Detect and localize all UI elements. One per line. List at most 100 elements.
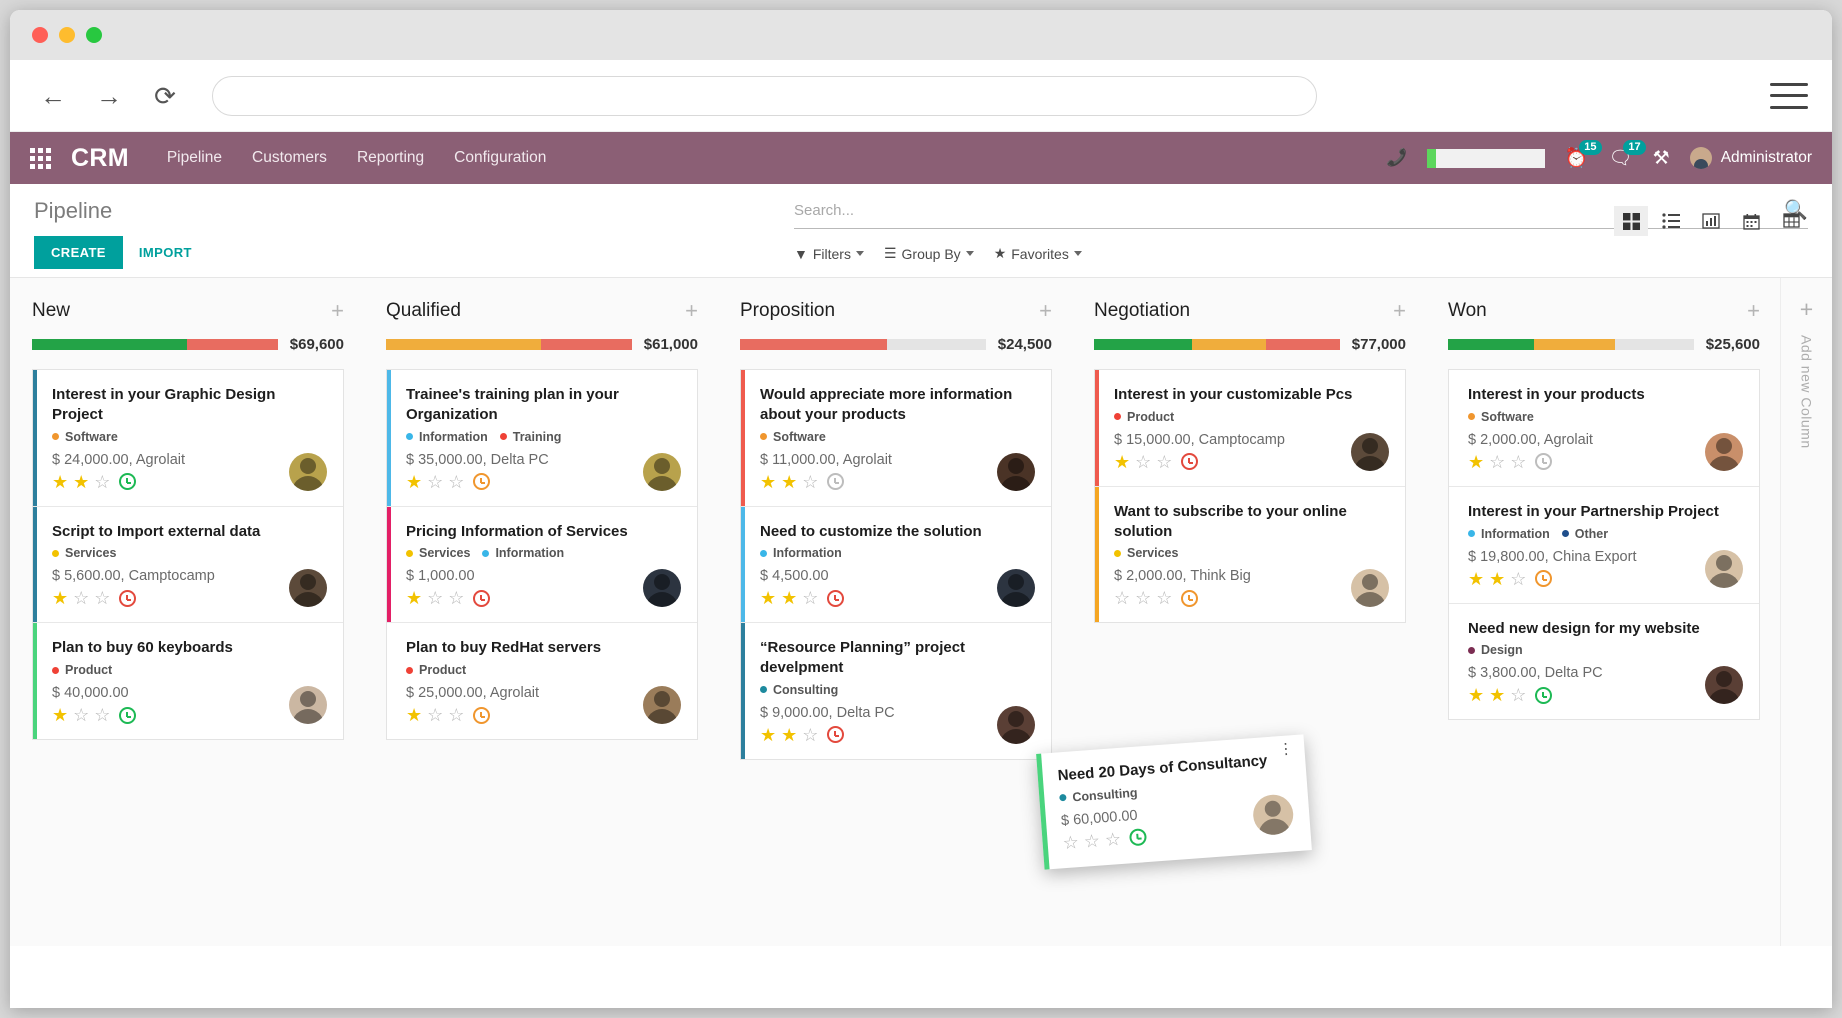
kanban-card[interactable]: Interest in your Graphic Design Project … <box>33 370 343 507</box>
reload-icon[interactable]: ⟳ <box>146 77 184 115</box>
activity-clock-icon[interactable] <box>1535 570 1553 588</box>
star-icon[interactable]: ☆ <box>73 706 89 724</box>
kanban-card[interactable]: Need to customize the solution Informati… <box>741 506 1051 624</box>
add-card-button[interactable]: + <box>331 300 344 322</box>
activity-clock-icon[interactable] <box>1181 589 1199 607</box>
star-icon[interactable]: ★ <box>406 473 422 491</box>
kanban-progress-bar[interactable] <box>1094 339 1340 350</box>
import-button[interactable]: IMPORT <box>139 245 192 260</box>
phone-icon[interactable]: 📞 <box>1386 148 1407 168</box>
star-icon[interactable]: ★ <box>1468 453 1484 471</box>
kanban-card[interactable]: Interest in your Partnership Project Inf… <box>1449 486 1759 604</box>
activity-clock-icon[interactable] <box>1181 453 1199 471</box>
star-icon[interactable]: ☆ <box>1104 829 1122 850</box>
star-icon[interactable]: ★ <box>760 473 776 491</box>
pivot-view-button[interactable] <box>1774 206 1808 236</box>
star-icon[interactable]: ★ <box>781 726 797 744</box>
card-rating[interactable]: ★ ★ ☆ <box>760 589 845 607</box>
kanban-card[interactable]: Interest in your customizable Pcs Produc… <box>1095 370 1405 487</box>
kanban-card[interactable]: Want to subscribe to your online solutio… <box>1095 486 1405 623</box>
add-card-button[interactable]: + <box>1747 300 1760 322</box>
calendar-view-button[interactable] <box>1734 206 1768 236</box>
kebab-menu-icon[interactable]: ⋮ <box>1278 740 1294 758</box>
star-icon[interactable]: ☆ <box>802 726 818 744</box>
star-icon[interactable]: ☆ <box>1510 570 1526 588</box>
messages-icon[interactable]: 🗨 17 <box>1609 139 1646 168</box>
activity-clock-icon[interactable] <box>827 589 845 607</box>
filters-dropdown[interactable]: ▼ Filters <box>794 246 864 262</box>
activity-clock-icon[interactable] <box>1129 828 1148 847</box>
dragged-kanban-card[interactable]: ⋮ Need 20 Days of Consultancy Consulting… <box>1036 734 1312 870</box>
user-menu[interactable]: Administrator <box>1689 147 1812 169</box>
add-card-button[interactable]: + <box>1039 300 1052 322</box>
kanban-card[interactable]: Trainee's training plan in your Organiza… <box>387 370 697 507</box>
star-icon[interactable]: ☆ <box>1083 830 1101 851</box>
star-icon[interactable]: ☆ <box>1114 589 1130 607</box>
kanban-progress-bar[interactable] <box>386 339 632 350</box>
card-rating[interactable]: ★ ☆ ☆ <box>406 589 491 607</box>
star-icon[interactable]: ★ <box>1114 453 1130 471</box>
list-view-button[interactable] <box>1654 206 1688 236</box>
app-brand-crm[interactable]: CRM <box>71 144 129 173</box>
star-icon[interactable]: ☆ <box>1510 453 1526 471</box>
star-icon[interactable]: ★ <box>760 726 776 744</box>
star-icon[interactable]: ☆ <box>1510 686 1526 704</box>
star-icon[interactable]: ☆ <box>1489 453 1505 471</box>
star-icon[interactable]: ★ <box>1468 570 1484 588</box>
star-icon[interactable]: ☆ <box>448 473 464 491</box>
close-window-button[interactable] <box>32 27 48 43</box>
star-icon[interactable]: ☆ <box>1156 453 1172 471</box>
star-icon[interactable]: ★ <box>52 706 68 724</box>
star-icon[interactable]: ☆ <box>94 706 110 724</box>
kanban-card[interactable]: Need new design for my website Design $ … <box>1449 603 1759 720</box>
star-icon[interactable]: ★ <box>73 473 89 491</box>
activity-clock-icon[interactable] <box>119 473 137 491</box>
star-icon[interactable]: ★ <box>406 589 422 607</box>
forward-arrow-icon[interactable]: → <box>90 77 128 115</box>
maximize-window-button[interactable] <box>86 27 102 43</box>
kanban-card[interactable]: Would appreciate more information about … <box>741 370 1051 507</box>
star-icon[interactable]: ☆ <box>802 589 818 607</box>
star-icon[interactable]: ★ <box>1489 686 1505 704</box>
menu-item-pipeline[interactable]: Pipeline <box>167 149 222 167</box>
activity-clock-icon[interactable] <box>119 589 137 607</box>
back-arrow-icon[interactable]: ← <box>34 77 72 115</box>
menu-item-reporting[interactable]: Reporting <box>357 149 424 167</box>
card-rating[interactable]: ★ ★ ☆ <box>1468 570 1636 588</box>
star-icon[interactable]: ★ <box>1489 570 1505 588</box>
star-icon[interactable]: ★ <box>406 706 422 724</box>
star-icon[interactable]: ★ <box>781 589 797 607</box>
graph-view-button[interactable] <box>1694 206 1728 236</box>
card-rating[interactable]: ★ ☆ ☆ <box>52 589 215 607</box>
star-icon[interactable]: ☆ <box>427 589 443 607</box>
card-rating[interactable]: ★ ★ ☆ <box>760 726 895 744</box>
star-icon[interactable]: ☆ <box>448 589 464 607</box>
star-icon[interactable]: ☆ <box>448 706 464 724</box>
activity-clock-icon[interactable] <box>827 473 845 491</box>
favorites-dropdown[interactable]: ★ Favorites <box>994 245 1082 262</box>
address-bar-input[interactable] <box>212 75 1317 116</box>
card-rating[interactable]: ☆ ☆ ☆ <box>1114 589 1251 607</box>
star-icon[interactable]: ☆ <box>427 706 443 724</box>
activity-clock-icon[interactable] <box>1535 686 1553 704</box>
kanban-card[interactable]: Plan to buy RedHat servers Product $ 25,… <box>387 623 697 740</box>
card-rating[interactable]: ★ ★ ☆ <box>760 473 892 491</box>
kanban-card[interactable]: “Resource Planning” project develpment C… <box>741 623 1051 759</box>
activity-clock-icon[interactable] <box>473 589 491 607</box>
kanban-progress-bar[interactable] <box>32 339 278 350</box>
star-icon[interactable]: ☆ <box>1135 589 1151 607</box>
activity-clock-icon[interactable] <box>1535 453 1553 471</box>
star-icon[interactable]: ☆ <box>94 589 110 607</box>
activity-clock-icon[interactable] <box>473 706 491 724</box>
card-rating[interactable]: ★ ☆ ☆ <box>406 473 549 491</box>
group-by-dropdown[interactable]: ☰ Group By <box>884 245 974 262</box>
kanban-view-button[interactable] <box>1614 206 1648 236</box>
kanban-card[interactable]: Interest in your products Software $ 2,0… <box>1449 370 1759 487</box>
card-rating[interactable]: ★ ★ ☆ <box>52 473 185 491</box>
star-icon[interactable]: ☆ <box>802 473 818 491</box>
card-rating[interactable]: ★ ☆ ☆ <box>52 706 137 724</box>
activity-clock-icon[interactable] <box>473 473 491 491</box>
star-icon[interactable]: ☆ <box>1135 453 1151 471</box>
card-rating[interactable]: ★ ☆ ☆ <box>1468 453 1593 471</box>
apps-grid-icon[interactable] <box>30 147 51 169</box>
